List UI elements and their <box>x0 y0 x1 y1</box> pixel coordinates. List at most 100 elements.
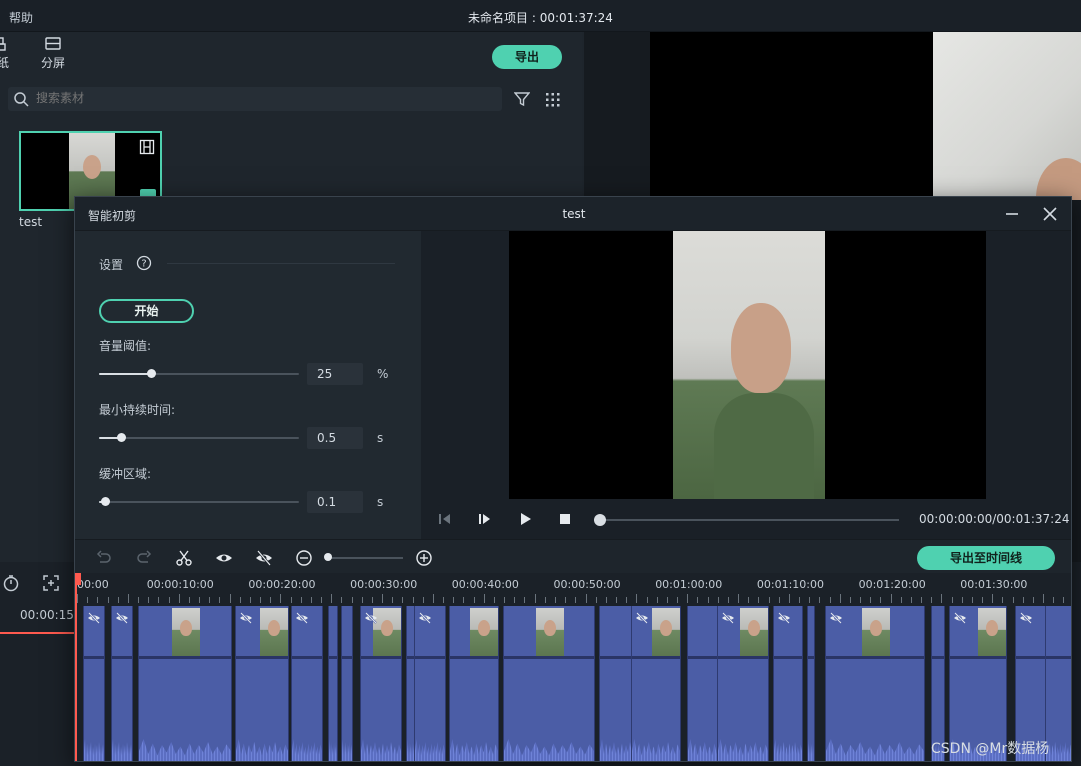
playback-progress[interactable] <box>599 519 899 521</box>
ruler-tick <box>1022 597 1024 603</box>
param-value-field[interactable]: 0.5 <box>307 427 363 449</box>
clip-segment[interactable] <box>717 606 769 761</box>
clip-divider <box>808 656 814 659</box>
ruler-tick <box>992 594 994 603</box>
clip-segment[interactable] <box>341 606 353 761</box>
timer-icon[interactable] <box>2 574 20 592</box>
ruler-tick <box>392 597 394 603</box>
param-slider[interactable] <box>99 433 299 442</box>
search-input[interactable] <box>36 91 476 105</box>
split-screen-tool[interactable]: 分屏 <box>41 36 65 71</box>
clip-divider <box>826 656 924 659</box>
ruler-tick <box>666 597 668 603</box>
hidden-eye-icon[interactable] <box>239 612 253 624</box>
ruler-tick <box>778 597 780 603</box>
timeline-ruler[interactable]: 00:00 00:00:10:00 00:00:20:00 00:00:30:00 00… <box>75 573 1071 603</box>
playback-scrubber[interactable] <box>594 514 606 526</box>
wallpaper-icon <box>0 37 6 51</box>
redo-icon[interactable] <box>135 549 153 567</box>
settings-label: 设置 <box>99 258 124 272</box>
fit-screen-icon[interactable] <box>42 574 60 592</box>
param-slider-knob[interactable] <box>101 497 110 506</box>
undo-icon[interactable] <box>95 549 113 567</box>
prev-frame-icon[interactable] <box>437 511 453 527</box>
param-slider[interactable] <box>99 497 299 506</box>
clip-segment[interactable] <box>111 606 133 761</box>
split-screen-icon <box>45 37 61 50</box>
thumbnail-face <box>83 155 101 179</box>
clip-segment[interactable] <box>328 606 338 761</box>
ruler-tick <box>697 597 699 603</box>
ruler-tick <box>870 597 872 603</box>
clip-segment[interactable] <box>360 606 402 761</box>
hidden-eye-icon[interactable] <box>953 612 967 624</box>
hidden-eye-icon[interactable] <box>87 612 101 624</box>
search-box[interactable] <box>8 87 502 111</box>
ruler-tick <box>788 594 790 603</box>
playhead-handle[interactable] <box>75 573 81 585</box>
ruler-tick <box>473 597 475 603</box>
ruler-tick <box>971 597 973 603</box>
audio-waveform <box>808 739 814 761</box>
clip-segment[interactable] <box>449 606 499 761</box>
clip-segment[interactable] <box>83 606 105 761</box>
zoom-slider-knob[interactable] <box>324 553 332 561</box>
app-window: 帮助 未命名项目 : 00:01:37:24 纸 分屏 导出 test <box>0 0 1081 766</box>
ruler-tick <box>1043 594 1045 603</box>
wallpaper-tool[interactable]: 纸 <box>0 36 14 71</box>
audio-waveform <box>632 739 680 761</box>
param-value-field[interactable]: 0.1 <box>307 491 363 513</box>
ruler-tick <box>209 597 211 603</box>
zoom-out-icon[interactable] <box>295 549 313 567</box>
stop-icon[interactable] <box>557 511 573 527</box>
filter-icon[interactable] <box>514 91 530 107</box>
param-slider-knob[interactable] <box>117 433 126 442</box>
play-icon[interactable] <box>517 511 533 527</box>
grid-view-icon[interactable] <box>545 92 561 108</box>
clip-thumbnail <box>862 608 890 656</box>
clip-segment[interactable] <box>807 606 815 761</box>
clip-segment[interactable] <box>773 606 803 761</box>
clip-segment[interactable] <box>631 606 681 761</box>
zoom-in-icon[interactable] <box>415 549 433 567</box>
start-button[interactable]: 开始 <box>99 299 194 323</box>
help-icon[interactable]: ? <box>136 255 152 271</box>
ruler-tick <box>961 597 963 603</box>
hidden-eye-icon[interactable] <box>829 612 843 624</box>
hide-icon[interactable] <box>255 549 273 567</box>
ruler-tick <box>188 597 190 603</box>
ruler-tick <box>931 597 933 603</box>
hidden-eye-icon[interactable] <box>295 612 309 624</box>
hidden-eye-icon[interactable] <box>115 612 129 624</box>
zoom-slider[interactable] <box>327 557 403 559</box>
hidden-eye-icon[interactable] <box>1019 612 1033 624</box>
hidden-eye-icon[interactable] <box>418 612 432 624</box>
clip-segment[interactable] <box>825 606 925 761</box>
clip-segment[interactable] <box>235 606 289 761</box>
clip-divider <box>950 656 1006 659</box>
hidden-eye-icon[interactable] <box>635 612 649 624</box>
timeline-playhead[interactable] <box>75 573 77 761</box>
param-slider[interactable] <box>99 369 299 378</box>
param-slider-knob[interactable] <box>147 369 156 378</box>
hidden-eye-icon[interactable] <box>777 612 791 624</box>
ruler-tick <box>910 597 912 603</box>
next-frame-icon[interactable] <box>477 511 493 527</box>
ruler-tick <box>493 597 495 603</box>
clip-segment[interactable] <box>291 606 323 761</box>
export-button[interactable]: 导出 <box>492 45 562 69</box>
clip-segment[interactable] <box>414 606 446 761</box>
export-to-timeline-button[interactable]: 导出至时间线 <box>917 546 1055 570</box>
clip-segment[interactable] <box>138 606 232 761</box>
close-icon[interactable] <box>1041 205 1059 223</box>
ruler-tick-label: 00:01:30:00 <box>960 578 1028 591</box>
ruler-tick <box>239 597 241 603</box>
hidden-eye-icon[interactable] <box>721 612 735 624</box>
hidden-eye-icon[interactable] <box>364 612 378 624</box>
ruler-tick <box>382 594 384 603</box>
param-value-field[interactable]: 25 <box>307 363 363 385</box>
minimize-icon[interactable] <box>1003 205 1021 223</box>
clip-segment[interactable] <box>503 606 595 761</box>
show-icon[interactable] <box>215 549 233 567</box>
scissors-icon[interactable] <box>175 549 193 567</box>
